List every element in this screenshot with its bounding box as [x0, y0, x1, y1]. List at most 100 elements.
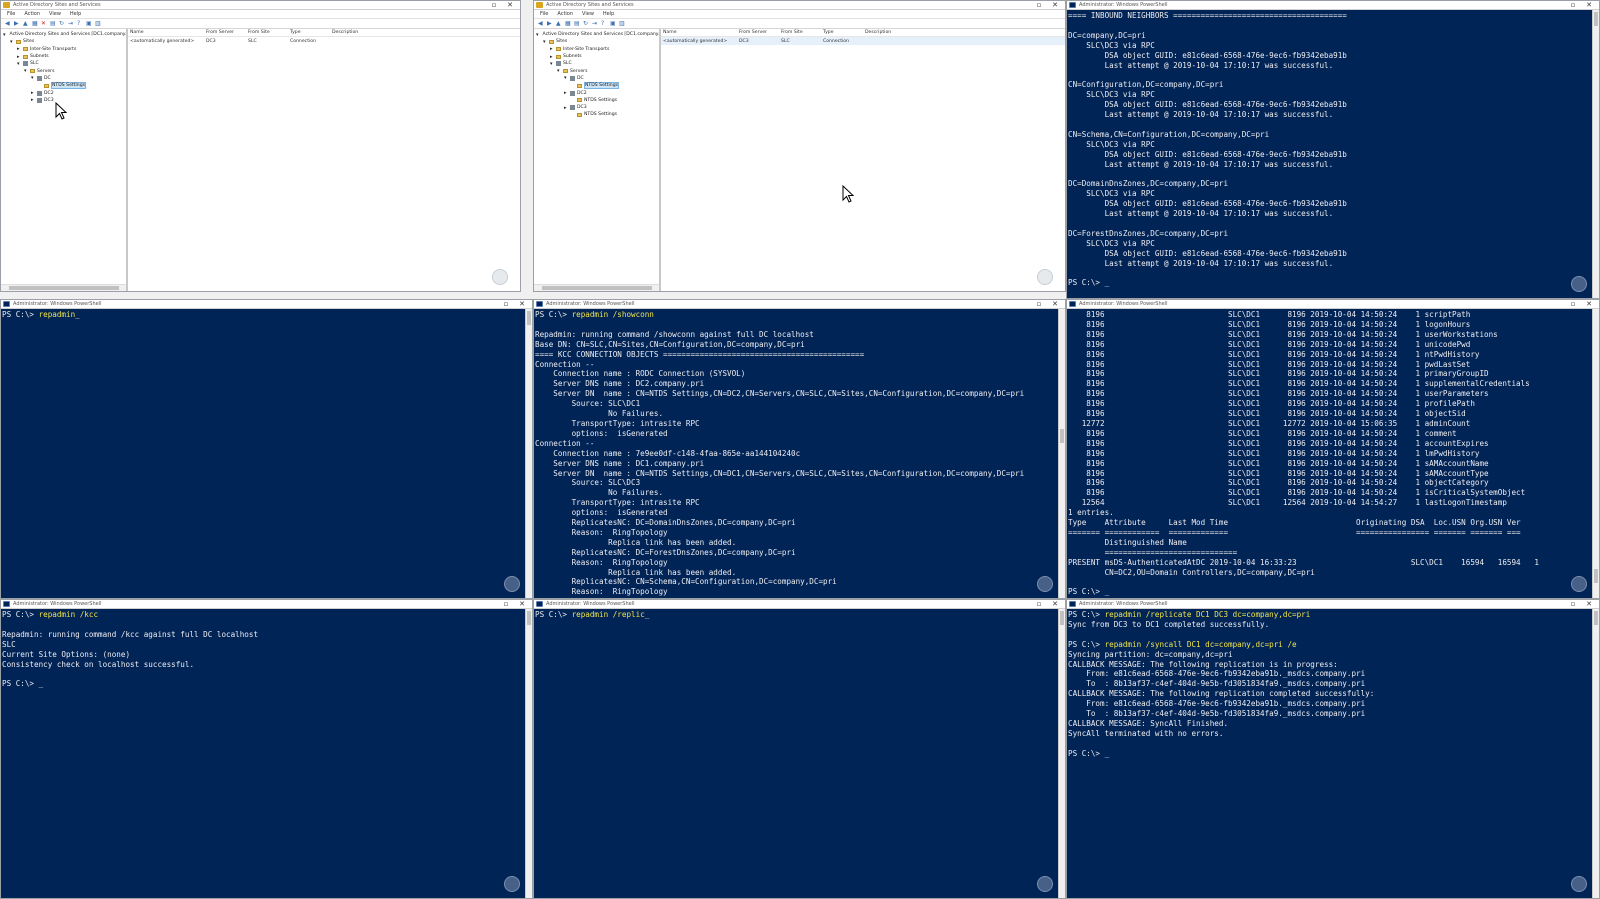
scroll-thumb[interactable]: [1060, 429, 1064, 443]
col-from-server[interactable]: From Server: [206, 30, 248, 35]
new-connection-icon[interactable]: ▣: [86, 20, 92, 27]
restore-icon[interactable]: ▫: [486, 1, 502, 10]
new-connection-icon[interactable]: ▣: [610, 20, 616, 27]
menu-view[interactable]: View: [49, 11, 61, 17]
tree-node[interactable]: ▸ DC2: [3, 89, 126, 96]
title-bar[interactable]: Active Directory Sites and Services ▫ ✕: [534, 1, 1065, 10]
expand-right-icon[interactable]: ▸: [17, 54, 21, 60]
expand-down-icon[interactable]: ▾: [31, 75, 35, 81]
col-description[interactable]: Description: [865, 30, 925, 35]
expand-down-icon[interactable]: ▾: [24, 68, 28, 74]
col-name[interactable]: Name: [130, 30, 206, 35]
vertical-scrollbar[interactable]: [1058, 309, 1065, 598]
scroll-thumb[interactable]: [527, 311, 531, 325]
expand-down-icon[interactable]: ▾: [17, 61, 21, 67]
console-output[interactable]: PS C:\> repadmin /kcc Repadmin: running …: [1, 609, 525, 898]
title-bar[interactable]: Administrator: Windows PowerShell ▫ ✕: [534, 600, 1065, 609]
powershell-window-kcc[interactable]: Administrator: Windows PowerShell ▫ ✕ PS C…: [0, 599, 533, 899]
expand-right-icon[interactable]: ▸: [550, 46, 554, 52]
expand-down-icon[interactable]: ▾: [550, 61, 554, 67]
tree-node[interactable]: ▾ Servers: [3, 67, 126, 74]
restore-icon[interactable]: ▫: [1565, 1, 1581, 10]
expand-right-icon[interactable]: ▸: [564, 90, 568, 96]
forward-icon[interactable]: ▶: [547, 20, 553, 27]
ad-sites-services-window-1[interactable]: Active Directory Sites and Services ▫ ✕ …: [0, 0, 521, 292]
tree-node[interactable]: ▸ Inter-Site Transports: [3, 46, 126, 53]
console-output[interactable]: PS C:\> repadmin_: [1, 309, 525, 598]
properties-icon[interactable]: ▤: [574, 20, 580, 27]
tree-node[interactable]: NTDS Settings: [536, 82, 659, 90]
tree-node[interactable]: NTDS Settings: [536, 111, 659, 118]
expand-down-icon[interactable]: ▾: [543, 39, 547, 45]
powershell-window-repadmin[interactable]: Administrator: Windows PowerShell ▫ ✕ PS C…: [0, 299, 533, 599]
title-bar[interactable]: Active Directory Sites and Services ▫ ✕: [1, 1, 520, 10]
powershell-window-replic[interactable]: Administrator: Windows PowerShell ▫ ✕ PS C…: [533, 599, 1066, 899]
title-bar[interactable]: Administrator: Windows PowerShell ▫ ✕: [1067, 600, 1599, 609]
expand-right-icon[interactable]: ▸: [564, 105, 568, 111]
results-list[interactable]: Name From Server From Site Type Descript…: [128, 29, 520, 291]
help-icon[interactable]: ?: [77, 20, 83, 27]
close-icon[interactable]: ✕: [514, 300, 530, 309]
refresh-icon[interactable]: ↻: [583, 20, 589, 27]
list-item[interactable]: <automatically generated> DC3 SLC Connec…: [128, 37, 520, 45]
restore-icon[interactable]: ▫: [498, 600, 514, 609]
powershell-window-showconn[interactable]: Administrator: Windows PowerShell ▫ ✕ PS C…: [533, 299, 1066, 599]
back-icon[interactable]: ◀: [538, 20, 544, 27]
tree-horizontal-scrollbar[interactable]: [1, 284, 126, 291]
expand-down-icon[interactable]: ▾: [536, 32, 539, 38]
delete-icon[interactable]: ✕: [41, 20, 47, 27]
console-output[interactable]: ==== INBOUND NEIGHBORS =================…: [1067, 10, 1592, 298]
console-tree[interactable]: ▾ Active Directory Sites and Services [DC…: [1, 29, 128, 291]
vertical-scrollbar[interactable]: [1592, 309, 1599, 598]
col-from-server[interactable]: From Server: [739, 30, 781, 35]
properties-icon[interactable]: ▤: [50, 20, 56, 27]
console-output[interactable]: PS C:\> repadmin /replicate DC1 DC3 dc=c…: [1067, 609, 1592, 898]
scroll-thumb[interactable]: [1594, 569, 1598, 583]
tree-node[interactable]: ▾ Sites: [536, 38, 659, 45]
tree-node[interactable]: ▸ Inter-Site Transports: [536, 46, 659, 53]
col-type[interactable]: Type: [823, 30, 865, 35]
close-icon[interactable]: ✕: [1047, 300, 1063, 309]
restore-icon[interactable]: ▫: [1565, 300, 1581, 309]
filter-icon[interactable]: ▥: [95, 20, 101, 27]
list-item[interactable]: <automatically generated> DC3 SLC Connec…: [661, 37, 1065, 45]
show-tree-icon[interactable]: ▦: [565, 20, 571, 27]
vertical-scrollbar[interactable]: [525, 309, 532, 598]
tree-node[interactable]: ▸ DC3: [536, 104, 659, 111]
scroll-thumb[interactable]: [1594, 12, 1598, 26]
tree-node[interactable]: NTDS Settings: [536, 97, 659, 104]
scroll-thumb[interactable]: [527, 611, 531, 625]
col-name[interactable]: Name: [663, 30, 739, 35]
expand-down-icon[interactable]: ▾: [10, 39, 14, 45]
title-bar[interactable]: Administrator: Windows PowerShell ▫ ✕: [1067, 300, 1599, 309]
menu-help[interactable]: Help: [70, 11, 81, 17]
tree-horizontal-scrollbar[interactable]: [534, 284, 659, 291]
title-bar[interactable]: Administrator: Windows PowerShell ▫ ✕: [534, 300, 1065, 309]
powershell-window-syncall[interactable]: Administrator: Windows PowerShell ▫ ✕ PS C…: [1066, 599, 1600, 899]
expand-down-icon[interactable]: ▾: [3, 32, 6, 38]
show-tree-icon[interactable]: ▦: [32, 20, 38, 27]
powershell-window-inbound-neighbors[interactable]: Administrator: Windows PowerShell ▫ ✕ ====…: [1066, 0, 1600, 299]
expand-right-icon[interactable]: ▸: [31, 90, 35, 96]
tree-node[interactable]: ▾ Servers: [536, 67, 659, 74]
scroll-thumb[interactable]: [1060, 611, 1064, 625]
menu-view[interactable]: View: [582, 11, 594, 17]
help-icon[interactable]: ?: [601, 20, 607, 27]
console-output[interactable]: 8196 SLC\DC1 8196 2019-10-04 14:50:24 1 …: [1067, 309, 1592, 598]
tree-node[interactable]: ▾ Sites: [3, 38, 126, 45]
expand-right-icon[interactable]: ▸: [550, 54, 554, 60]
expand-down-icon[interactable]: ▾: [557, 68, 561, 74]
close-icon[interactable]: ✕: [1581, 300, 1597, 309]
back-icon[interactable]: ◀: [5, 20, 11, 27]
tree-node[interactable]: ▸ Subnets: [536, 53, 659, 60]
menu-help[interactable]: Help: [603, 11, 614, 17]
expand-right-icon[interactable]: ▸: [17, 46, 21, 52]
expand-right-icon[interactable]: ▸: [31, 97, 35, 103]
col-from-site[interactable]: From Site: [248, 30, 290, 35]
console-output[interactable]: PS C:\> repadmin /replic_: [534, 609, 1058, 898]
scroll-thumb[interactable]: [1594, 611, 1598, 625]
menu-file[interactable]: File: [7, 11, 15, 17]
tree-node[interactable]: ▾ SLC: [3, 60, 126, 67]
restore-icon[interactable]: ▫: [1565, 600, 1581, 609]
close-icon[interactable]: ✕: [502, 1, 518, 10]
